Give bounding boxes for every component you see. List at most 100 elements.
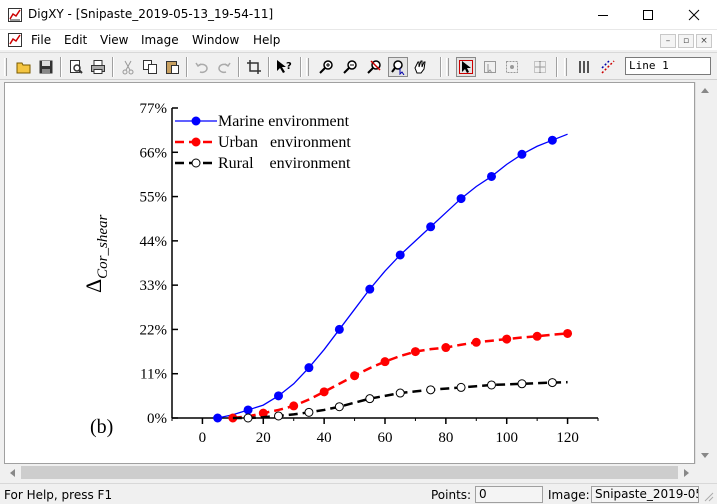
x-tick-label: 40 <box>317 430 332 446</box>
line-list-button[interactable] <box>574 57 594 77</box>
maximize-button[interactable] <box>625 0 671 30</box>
close-button[interactable] <box>671 0 717 30</box>
menu-edit[interactable]: Edit <box>64 33 87 47</box>
series-1-point <box>334 324 344 334</box>
point-marker-icon <box>484 61 496 74</box>
toolbar-separator <box>268 57 270 77</box>
select-tool-button[interactable] <box>456 57 476 77</box>
series-3-point <box>487 380 496 390</box>
series-1-point <box>365 284 375 294</box>
series-3-point <box>274 411 283 421</box>
redo-button[interactable] <box>214 57 234 77</box>
mdi-minimize-button[interactable]: – <box>660 34 676 48</box>
series-2-point <box>471 337 481 347</box>
save-button[interactable] <box>36 57 56 77</box>
toolbar-grip[interactable] <box>306 58 309 76</box>
series-3-point <box>334 402 344 412</box>
toolbar-separator <box>186 57 188 77</box>
toolbar-separator <box>112 57 114 77</box>
zoom-in-button[interactable] <box>316 57 336 77</box>
copy-button[interactable] <box>140 57 160 77</box>
legend-marker-2 <box>191 137 201 147</box>
zoom-reset-button[interactable] <box>364 57 384 77</box>
toolbar-grip[interactable] <box>446 58 449 76</box>
scroll-up-button[interactable] <box>696 82 713 99</box>
toolbar-grip[interactable] <box>4 58 7 76</box>
axis-tool-button[interactable] <box>530 57 550 77</box>
menu-image[interactable]: Image <box>141 33 179 47</box>
menu-view[interactable]: View <box>100 33 128 47</box>
undo-button[interactable] <box>192 57 212 77</box>
printer-icon <box>91 60 105 74</box>
series-2-point <box>289 401 299 411</box>
series-3-point <box>395 388 405 398</box>
digxy-window: DigXY - [Snipaste_2019-05-13_19-54-11] F… <box>0 0 717 504</box>
zoom-out-button[interactable] <box>340 57 360 77</box>
series-1-point <box>274 391 283 401</box>
folder-open-icon <box>16 62 31 74</box>
series-2-point <box>563 328 573 338</box>
help-pointer-icon: ? <box>277 60 292 73</box>
scroll-down-button[interactable] <box>696 447 713 464</box>
grid-tool-button[interactable] <box>502 57 522 77</box>
horizontal-scrollbar[interactable] <box>4 464 695 481</box>
y-tick-label: 11% <box>140 367 167 383</box>
line-selector[interactable]: Line 1 <box>625 57 711 75</box>
series-1-point <box>395 250 405 260</box>
series-1-point <box>487 171 496 181</box>
list-icon <box>579 61 589 73</box>
pan-button[interactable] <box>410 57 430 77</box>
menu-window[interactable]: Window <box>192 33 239 47</box>
x-tick-label: 60 <box>378 430 393 446</box>
floppy-disk-icon <box>39 60 53 74</box>
resize-grip-icon[interactable] <box>702 490 714 502</box>
vertical-scrollbar[interactable] <box>695 82 712 464</box>
point-tool-button[interactable] <box>480 57 500 77</box>
x-tick-label: 120 <box>556 430 579 446</box>
paste-button[interactable] <box>162 57 182 77</box>
cut-button[interactable] <box>118 57 138 77</box>
series-3-point <box>365 394 375 404</box>
toolbar-grip[interactable] <box>564 58 567 76</box>
y-axis-label: ΔCor_shear <box>81 215 111 293</box>
document-icon[interactable] <box>8 33 22 47</box>
chevron-up-icon <box>700 88 709 93</box>
y-tick-label: 66% <box>140 145 168 161</box>
help-status-text: For Help, press F1 <box>4 488 113 502</box>
menu-file[interactable]: File <box>31 33 51 47</box>
menu-help[interactable]: Help <box>253 33 280 47</box>
crop-button[interactable] <box>244 57 264 77</box>
undo-icon <box>195 62 208 74</box>
axis-grid-icon <box>534 61 546 73</box>
toolbar: ? <box>0 52 717 80</box>
zoom-tool-button[interactable] <box>388 57 408 77</box>
zoom-reset-icon <box>367 60 381 74</box>
image-label: Image: <box>548 488 590 502</box>
grid-icon <box>506 61 518 73</box>
mdi-restore-button[interactable]: ▫ <box>678 34 694 48</box>
line-style-button[interactable] <box>598 57 618 77</box>
zoom-pointer-icon <box>391 60 405 75</box>
hand-icon <box>414 60 426 74</box>
digitized-chart: 0% 11% 22% 33% 44% 55% 66% 77% 0 20 40 60 80 100 120 ΔC… <box>81 101 599 446</box>
print-preview-button[interactable] <box>66 57 86 77</box>
image-canvas[interactable]: 0% 11% 22% 33% 44% 55% 66% 77% 0 20 40 60 80 100 120 ΔC… <box>4 82 695 464</box>
horizontal-scroll-thumb[interactable] <box>21 466 678 479</box>
series-2-point <box>441 343 451 353</box>
minimize-button[interactable] <box>580 0 626 30</box>
y-tick-label: 0% <box>147 411 167 427</box>
print-button[interactable] <box>88 57 108 77</box>
series-line-1 <box>217 133 568 419</box>
zoom-in-icon <box>319 60 333 74</box>
mdi-close-button[interactable]: × <box>696 34 712 48</box>
context-help-button[interactable]: ? <box>274 57 294 77</box>
x-tick-label: 80 <box>438 430 453 446</box>
scroll-right-button[interactable] <box>678 464 695 481</box>
arrow-pointer-icon <box>459 60 473 74</box>
toolbar-separator <box>556 57 558 77</box>
scroll-left-button[interactable] <box>4 464 21 481</box>
image-name: Snipaste_2019-05 <box>591 486 699 503</box>
series-3-point <box>547 378 557 388</box>
open-button[interactable] <box>14 57 34 77</box>
copy-icon <box>143 60 157 74</box>
